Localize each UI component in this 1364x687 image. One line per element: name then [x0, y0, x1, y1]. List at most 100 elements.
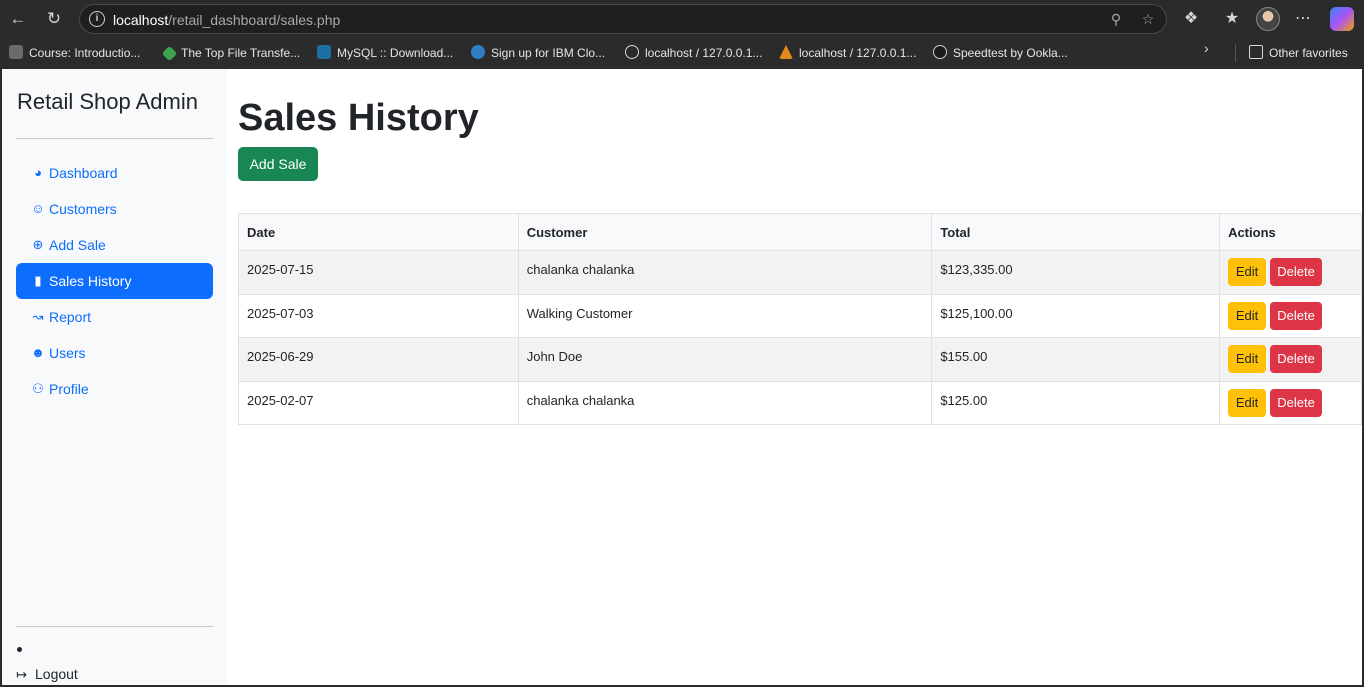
browser-toolbar: ← ↻ i localhost/retail_dashboard/sales.p…	[0, 0, 1364, 37]
cell-actions: Edit Delete	[1219, 250, 1362, 295]
url-host: localhost	[113, 12, 169, 28]
sidebar-item-label: Customers	[49, 201, 117, 217]
sidebar-item-users[interactable]: ☻ Users	[16, 335, 213, 371]
more-menu-icon[interactable]: ⋯	[1291, 7, 1315, 31]
bar-chart-icon: ▮	[34, 273, 42, 288]
edit-button[interactable]: Edit	[1228, 301, 1267, 330]
logout-label: Logout	[35, 666, 78, 682]
phpmyadmin-icon	[779, 45, 793, 59]
edit-button[interactable]: Edit	[1228, 258, 1267, 286]
mysql-icon	[317, 45, 331, 59]
other-favorites[interactable]: Other favorites	[1249, 45, 1348, 61]
globe-icon	[625, 45, 639, 59]
address-bar[interactable]: i localhost/retail_dashboard/sales.php ⚲…	[79, 4, 1167, 34]
sidebar-item-label: Profile	[49, 381, 89, 397]
ibm-cloud-icon	[471, 45, 485, 59]
table-row: 2025-07-15 chalanka chalanka $123,335.00…	[238, 250, 1362, 295]
copilot-icon[interactable]	[1330, 7, 1354, 31]
delete-button[interactable]: Delete	[1270, 258, 1323, 286]
logout-icon: ↦	[16, 667, 27, 682]
back-icon[interactable]: ←	[6, 7, 30, 31]
sidebar-nav: ◕ Dashboard ☺ Customers ⊕ Add Sale ▮ Sales H…	[16, 155, 213, 407]
bookmark-item[interactable]: localhost / 127.0.0.1...	[625, 45, 762, 61]
favorites-icon[interactable]: ★	[1220, 7, 1244, 31]
cell-customer: chalanka chalanka	[517, 380, 933, 425]
refresh-icon[interactable]: ↻	[42, 7, 66, 31]
person-icon: ⚇	[32, 381, 44, 396]
cell-actions: Edit Delete	[1219, 293, 1362, 338]
table-row: 2025-02-07 chalanka chalanka $125.00 Edi…	[238, 380, 1362, 425]
sidebar-item-report[interactable]: ↝ Report	[16, 299, 213, 335]
cisco-icon	[9, 45, 23, 59]
sidebar-item-add-sale[interactable]: ⊕ Add Sale	[16, 227, 213, 263]
sidebar-item-customers[interactable]: ☺ Customers	[16, 191, 213, 227]
cell-date: 2025-07-15	[238, 250, 519, 295]
brand-title: Retail Shop Admin	[17, 89, 198, 114]
sidebar-item-label: Report	[49, 309, 92, 325]
cell-date: 2025-06-29	[238, 337, 519, 382]
column-header-actions: Actions	[1219, 213, 1362, 251]
edit-button[interactable]: Edit	[1228, 388, 1267, 417]
bookmark-item[interactable]: localhost / 127.0.0.1...	[779, 45, 916, 61]
sidebar-item-dashboard[interactable]: ◕ Dashboard	[16, 155, 213, 191]
sidebar-divider	[16, 138, 213, 139]
bookmark-item[interactable]: The Top File Transfe...	[161, 45, 300, 62]
bookmark-item[interactable]: Sign up for IBM Clo...	[471, 45, 605, 61]
table-row: 2025-07-03 Walking Customer $125,100.00 …	[238, 293, 1362, 338]
bookmark-item[interactable]: Speedtest by Ookla...	[933, 45, 1068, 61]
bookmark-item[interactable]: Course: Introductio...	[9, 45, 140, 61]
cell-total: $123,335.00	[931, 250, 1221, 295]
cell-customer: Walking Customer	[517, 293, 933, 338]
plus-circle-icon: ⊕	[32, 237, 44, 252]
bookmark-item[interactable]: MySQL :: Download...	[317, 45, 453, 61]
chevron-right-icon[interactable]: ›	[1204, 40, 1209, 56]
sidebar: Retail Shop Admin ◕ Dashboard ☺ Customers …	[2, 69, 227, 685]
speedtest-icon	[933, 45, 947, 59]
bookmarks-divider	[1235, 44, 1236, 62]
favorite-star-icon[interactable]: ☆	[1139, 10, 1157, 28]
sidebar-item-profile[interactable]: ⚇ Profile	[16, 371, 213, 407]
cell-total: $125.00	[931, 380, 1221, 425]
speedometer-icon: ◕	[34, 165, 42, 180]
url-path: /retail_dashboard/sales.php	[168, 12, 341, 28]
bookmarks-bar: Course: Introductio... The Top File Tran…	[0, 37, 1364, 69]
cell-customer: chalanka chalanka	[517, 250, 933, 295]
extensions-icon[interactable]: ❖	[1179, 7, 1203, 31]
edit-button[interactable]: Edit	[1228, 345, 1267, 373]
delete-button[interactable]: Delete	[1270, 345, 1323, 373]
url-text[interactable]: localhost/retail_dashboard/sales.php	[113, 12, 340, 28]
logout-link[interactable]: ↦ Logout	[16, 666, 78, 683]
cell-customer: John Doe	[517, 337, 933, 382]
sales-table: Date Customer Total Actions 2025-07-15 c…	[238, 213, 1362, 425]
sidebar-item-label: Add Sale	[49, 237, 106, 253]
filezilla-icon	[161, 45, 178, 62]
column-header-customer: Customer	[517, 213, 933, 251]
delete-button[interactable]: Delete	[1270, 301, 1323, 330]
line-chart-icon: ↝	[32, 309, 44, 324]
sidebar-item-label: Dashboard	[49, 165, 118, 181]
cell-total: $155.00	[931, 337, 1221, 382]
cell-total: $125,100.00	[931, 293, 1221, 338]
page-title: Sales History	[238, 97, 479, 139]
sidebar-item-sales-history[interactable]: ▮ Sales History	[16, 263, 213, 299]
table-row: 2025-06-29 John Doe $155.00 Edit Delete	[238, 337, 1362, 382]
delete-button[interactable]: Delete	[1270, 388, 1323, 417]
folder-icon	[1249, 45, 1263, 59]
table-header-row: Date Customer Total Actions	[238, 213, 1362, 251]
people-icon: ☺	[31, 201, 45, 216]
people-fill-icon: ☻	[31, 345, 45, 360]
column-header-total: Total	[931, 213, 1221, 251]
add-sale-button[interactable]: Add Sale	[238, 147, 318, 181]
column-header-date: Date	[238, 213, 519, 251]
cell-date: 2025-02-07	[238, 380, 519, 425]
page-viewport: Retail Shop Admin ◕ Dashboard ☺ Customers …	[2, 69, 1362, 685]
sidebar-divider	[16, 626, 213, 627]
cell-actions: Edit Delete	[1219, 337, 1362, 382]
sidebar-item-label: Sales History	[49, 273, 132, 289]
cell-actions: Edit Delete	[1219, 380, 1362, 425]
list-bullet	[17, 647, 22, 652]
profile-avatar[interactable]	[1256, 7, 1280, 31]
zoom-icon[interactable]: ⚲	[1107, 10, 1125, 28]
cell-date: 2025-07-03	[238, 293, 519, 338]
site-info-icon[interactable]: i	[89, 11, 105, 27]
